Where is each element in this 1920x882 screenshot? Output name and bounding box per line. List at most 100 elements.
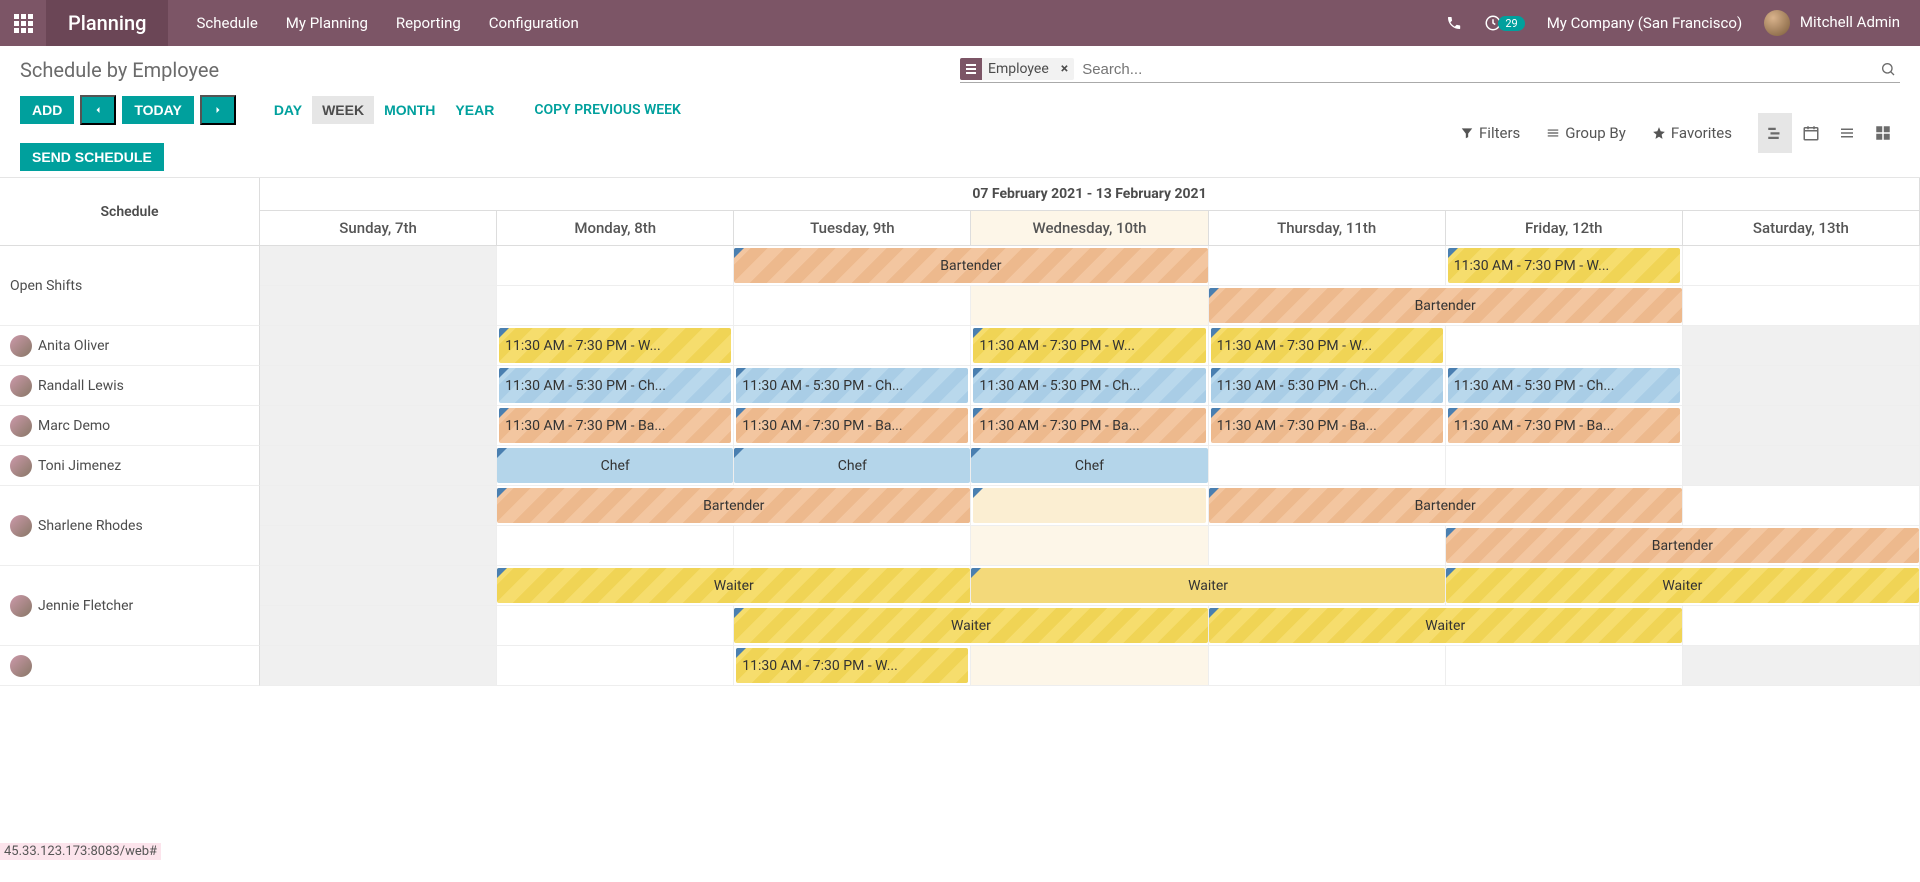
shift-pill[interactable]: 11:30 AM - 7:30 PM - W... (1448, 248, 1680, 283)
shift-pill[interactable]: Chef (497, 448, 733, 483)
gantt-cell[interactable] (1683, 286, 1920, 326)
scale-year[interactable]: YEAR (445, 96, 504, 124)
prev-button[interactable] (80, 95, 116, 125)
menu-schedule[interactable]: Schedule (196, 14, 257, 32)
gantt-cell[interactable] (497, 526, 734, 566)
gantt-cell[interactable] (497, 606, 734, 646)
gantt-cell[interactable] (1683, 366, 1920, 406)
gantt-cell[interactable] (734, 286, 971, 326)
gantt-cell[interactable]: Chef (734, 446, 971, 486)
groupby-dropdown[interactable]: Group By (1546, 124, 1626, 142)
gantt-cell[interactable] (1209, 446, 1446, 486)
gantt-cell[interactable] (260, 326, 497, 366)
shift-pill[interactable]: 11:30 AM - 7:30 PM - Ba... (1211, 408, 1443, 443)
gantt-cell[interactable]: Bartender (1209, 286, 1683, 326)
gantt-view[interactable]: Schedule07 February 2021 - 13 February 2… (0, 178, 1920, 882)
gantt-cell[interactable]: Waiter (1209, 606, 1683, 646)
gantt-cell[interactable]: 11:30 AM - 5:30 PM - Ch... (497, 366, 734, 406)
shift-pill[interactable]: Bartender (734, 248, 1207, 283)
shift-pill[interactable]: 11:30 AM - 7:30 PM - Ba... (499, 408, 731, 443)
shift-pill[interactable]: 11:30 AM - 7:30 PM - W... (499, 328, 731, 363)
shift-pill[interactable]: 11:30 AM - 5:30 PM - Ch... (1448, 368, 1680, 403)
gantt-cell[interactable] (260, 246, 497, 286)
gantt-cell[interactable]: 11:30 AM - 7:30 PM - W... (734, 646, 971, 686)
view-gantt[interactable] (1758, 113, 1792, 153)
shift-pill[interactable]: Waiter (1209, 608, 1682, 643)
gantt-row-label[interactable]: Toni Jimenez (0, 446, 260, 486)
gantt-cell[interactable] (1683, 646, 1920, 686)
gantt-cell[interactable] (260, 526, 497, 566)
shift-pill[interactable]: Waiter (734, 608, 1207, 643)
search-input[interactable] (1080, 59, 1876, 80)
shift-pill[interactable]: 11:30 AM - 7:30 PM - Ba... (736, 408, 968, 443)
gantt-cell[interactable] (734, 526, 971, 566)
shift-pill[interactable]: 11:30 AM - 5:30 PM - Ch... (973, 368, 1205, 403)
gantt-cell[interactable] (734, 326, 971, 366)
shift-pill[interactable]: Waiter (1446, 568, 1919, 603)
today-button[interactable]: TODAY (122, 96, 193, 124)
user-menu[interactable]: Mitchell Admin (1764, 10, 1900, 36)
gantt-row-label[interactable]: Open Shifts (0, 246, 260, 326)
gantt-cell[interactable] (260, 366, 497, 406)
gantt-cell[interactable]: 11:30 AM - 7:30 PM - Ba... (497, 406, 734, 446)
gantt-row-label[interactable]: Marc Demo (0, 406, 260, 446)
gantt-cell[interactable] (497, 646, 734, 686)
shift-pill[interactable]: Bartender (1446, 528, 1919, 563)
gantt-cell[interactable]: 11:30 AM - 7:30 PM - W... (1209, 326, 1446, 366)
facet-remove-icon[interactable]: × (1055, 61, 1074, 77)
gantt-cell[interactable] (260, 646, 497, 686)
view-kanban[interactable] (1866, 113, 1900, 153)
gantt-cell[interactable] (971, 526, 1208, 566)
gantt-cell[interactable] (260, 446, 497, 486)
gantt-cell[interactable] (1209, 646, 1446, 686)
shift-pill[interactable]: Waiter (971, 568, 1444, 603)
menu-configuration[interactable]: Configuration (489, 14, 579, 32)
gantt-cell[interactable]: 11:30 AM - 7:30 PM - Ba... (1209, 406, 1446, 446)
gantt-cell[interactable]: Chef (497, 446, 734, 486)
scale-day[interactable]: DAY (264, 96, 312, 124)
app-name[interactable]: Planning (46, 0, 168, 46)
phone-icon[interactable] (1446, 15, 1462, 31)
activity-indicator[interactable]: 29 (1484, 14, 1524, 32)
shift-pill[interactable]: 11:30 AM - 5:30 PM - Ch... (499, 368, 731, 403)
shift-pill[interactable]: 11:30 AM - 7:30 PM - W... (736, 648, 968, 683)
shift-pill[interactable] (973, 488, 1205, 523)
view-calendar[interactable] (1794, 113, 1828, 153)
favorites-dropdown[interactable]: Favorites (1652, 124, 1732, 142)
shift-pill[interactable]: 11:30 AM - 7:30 PM - W... (973, 328, 1205, 363)
shift-pill[interactable]: 11:30 AM - 5:30 PM - Ch... (1211, 368, 1443, 403)
gantt-cell[interactable] (971, 286, 1208, 326)
gantt-cell[interactable] (1209, 246, 1446, 286)
shift-pill[interactable]: 11:30 AM - 7:30 PM - Ba... (1448, 408, 1680, 443)
gantt-row-label[interactable]: Jennie Fletcher (0, 566, 260, 646)
gantt-cell[interactable]: Chef (971, 446, 1208, 486)
shift-pill[interactable]: Bartender (497, 488, 970, 523)
copy-previous-week[interactable]: COPY PREVIOUS WEEK (534, 102, 681, 118)
gantt-cell[interactable] (497, 246, 734, 286)
gantt-cell[interactable]: Waiter (734, 606, 1208, 646)
gantt-cell[interactable] (1683, 486, 1920, 526)
gantt-cell[interactable]: Bartender (1446, 526, 1920, 566)
gantt-cell[interactable] (1209, 526, 1446, 566)
gantt-cell[interactable] (1446, 326, 1683, 366)
gantt-cell[interactable]: 11:30 AM - 5:30 PM - Ch... (1446, 366, 1683, 406)
gantt-row-label[interactable]: Randall Lewis (0, 366, 260, 406)
shift-pill[interactable]: Chef (734, 448, 970, 483)
next-button[interactable] (200, 95, 236, 125)
gantt-cell[interactable]: Bartender (1209, 486, 1683, 526)
gantt-cell[interactable]: 11:30 AM - 7:30 PM - Ba... (734, 406, 971, 446)
gantt-cell[interactable] (1683, 406, 1920, 446)
shift-pill[interactable]: Bartender (1209, 288, 1682, 323)
gantt-cell[interactable] (1446, 646, 1683, 686)
gantt-cell[interactable]: Waiter (497, 566, 971, 606)
gantt-row-label[interactable] (0, 646, 260, 686)
scale-month[interactable]: MONTH (374, 96, 445, 124)
gantt-cell[interactable] (260, 286, 497, 326)
gantt-cell[interactable]: Waiter (1446, 566, 1920, 606)
gantt-cell[interactable] (497, 286, 734, 326)
shift-pill[interactable]: Chef (971, 448, 1207, 483)
shift-pill[interactable]: Bartender (1209, 488, 1682, 523)
view-list[interactable] (1830, 113, 1864, 153)
gantt-cell[interactable]: 11:30 AM - 7:30 PM - Ba... (971, 406, 1208, 446)
shift-pill[interactable]: 11:30 AM - 5:30 PM - Ch... (736, 368, 968, 403)
